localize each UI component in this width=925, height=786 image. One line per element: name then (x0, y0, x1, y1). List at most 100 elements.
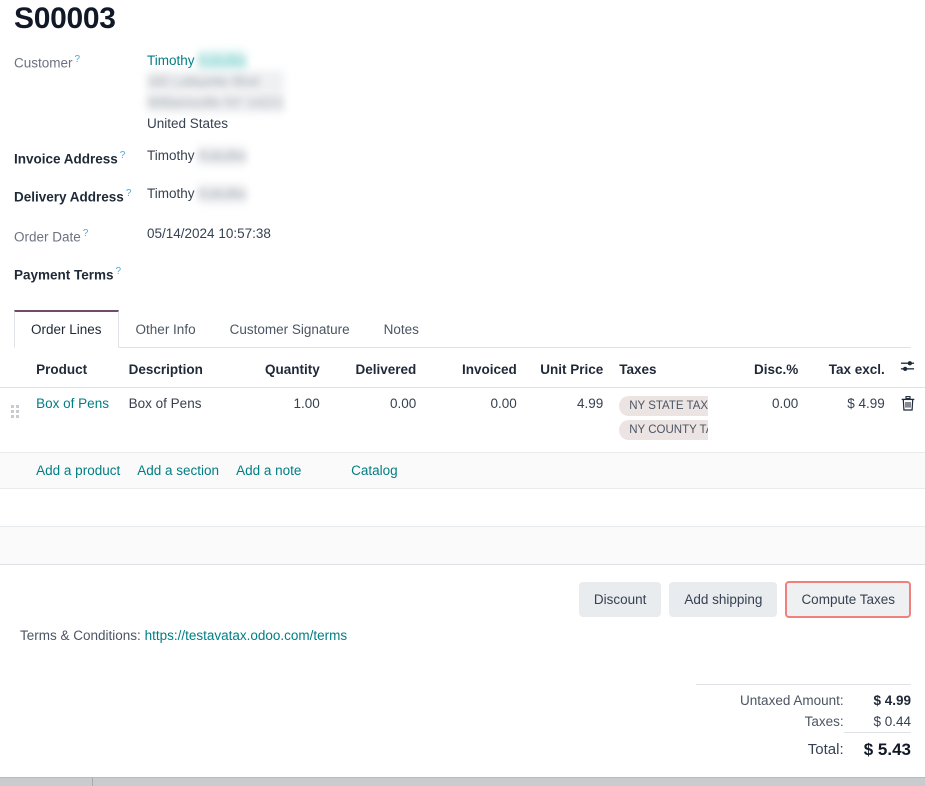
add-a-section-button[interactable]: Add a section (137, 463, 219, 478)
terms-link[interactable]: https://testavatax.odoo.com/terms (145, 628, 348, 643)
cell-delete[interactable] (891, 388, 925, 453)
footer-divider (92, 778, 93, 786)
terms-label: Terms & Conditions: (20, 628, 141, 643)
customer-address-line1: 182 Lafayette Blvd (147, 71, 284, 92)
field-order-date: Order Date? 05/14/2024 10:57:38 (0, 224, 925, 248)
footer-bar (0, 777, 925, 786)
tab-other-info[interactable]: Other Info (119, 310, 213, 348)
customer-label-text: Customer (14, 56, 73, 71)
col-quantity-header[interactable]: Quantity (233, 353, 326, 388)
cell-quantity[interactable]: 1.00 (233, 388, 326, 453)
delivery-address-redacted: Kukulka (198, 184, 246, 204)
col-discount-header[interactable]: Disc.% (708, 353, 805, 388)
col-product-header[interactable]: Product (30, 353, 123, 388)
order-date-label-text: Order Date (14, 230, 81, 245)
table-row[interactable]: Box of Pens Box of Pens 1.00 0.00 0.00 4… (0, 388, 925, 453)
page-title: S00003 (14, 0, 116, 38)
untaxed-amount-label: Untaxed Amount: (696, 690, 844, 711)
drag-handle-icon[interactable] (11, 405, 19, 418)
tab-customer-signature[interactable]: Customer Signature (213, 310, 367, 348)
delivery-address-label-text: Delivery Address (14, 190, 124, 205)
filler-cell-shaded (0, 527, 925, 565)
product-link[interactable]: Box of Pens (36, 396, 109, 411)
help-icon[interactable]: ? (83, 228, 89, 239)
tab-notes[interactable]: Notes (367, 310, 436, 348)
add-controls-row: Add a product Add a section Add a note C… (0, 453, 925, 489)
col-taxes-header[interactable]: Taxes (609, 353, 708, 388)
order-totals: Untaxed Amount: $ 4.99 Taxes: $ 0.44 Tot… (696, 684, 911, 763)
payment-terms-label: Payment Terms? (0, 262, 133, 286)
col-invoiced-header[interactable]: Invoiced (422, 353, 523, 388)
help-icon[interactable]: ? (75, 54, 81, 65)
tab-order-lines[interactable]: Order Lines (14, 310, 119, 348)
discount-button[interactable]: Discount (579, 582, 662, 617)
cell-taxes[interactable]: NY STATE TAX NY COUNTY TAX (609, 388, 708, 453)
row-drag-cell[interactable] (0, 388, 30, 453)
customer-country: United States (147, 113, 284, 134)
payment-terms-label-text: Payment Terms (14, 268, 114, 283)
sliders-icon[interactable] (900, 359, 915, 377)
order-action-buttons: Discount Add shipping Compute Taxes (579, 581, 911, 618)
untaxed-amount-value: $ 4.99 (844, 690, 911, 711)
customer-value: Timothy Kukulka 182 Lafayette Blvd Willi… (133, 50, 284, 134)
compute-taxes-button[interactable]: Compute Taxes (785, 581, 911, 618)
col-delivered-header[interactable]: Delivered (326, 353, 423, 388)
cell-tax-excl: $ 4.99 (804, 388, 890, 453)
total-value: $ 5.43 (844, 733, 911, 764)
field-payment-terms: Payment Terms? (0, 262, 925, 286)
delivery-address-label: Delivery Address? (0, 184, 133, 208)
field-delivery-address: Delivery Address? Timothy Kukulka (0, 184, 925, 208)
col-unit-price-header[interactable]: Unit Price (523, 353, 609, 388)
taxes-label[interactable]: Taxes: (696, 711, 844, 733)
catalog-button[interactable]: Catalog (351, 463, 398, 478)
invoice-address-value[interactable]: Timothy Kukulka (133, 146, 246, 166)
customer-name-link[interactable]: Timothy (147, 53, 195, 68)
col-tax-excl-header[interactable]: Tax excl. (804, 353, 890, 388)
add-a-product-button[interactable]: Add a product (36, 463, 120, 478)
totals-taxes-row: Taxes: $ 0.44 (696, 711, 911, 733)
order-header-fields: Customer? Timothy Kukulka 182 Lafayette … (0, 50, 925, 286)
order-lines-table: Product Description Quantity Delivered I… (0, 353, 925, 565)
add-row-spacer (0, 453, 30, 489)
cell-delivered[interactable]: 0.00 (326, 388, 423, 453)
trash-icon[interactable] (901, 396, 915, 414)
delivery-address-name: Timothy (147, 186, 195, 201)
delivery-address-value[interactable]: Timothy Kukulka (133, 184, 246, 204)
add-controls-cell: Add a product Add a section Add a note C… (30, 453, 925, 489)
order-notebook: Order Lines Other Info Customer Signatur… (14, 310, 911, 348)
help-icon[interactable]: ? (116, 266, 122, 277)
optional-columns-button[interactable] (891, 353, 925, 388)
taxes-value: $ 0.44 (844, 711, 911, 733)
cell-description[interactable]: Box of Pens (123, 388, 234, 453)
sales-order-form: S00003 Customer? Timothy Kukulka 182 Laf… (0, 0, 925, 786)
invoice-address-label: Invoice Address? (0, 146, 133, 170)
table-header-row: Product Description Quantity Delivered I… (0, 353, 925, 388)
totals-total-row: Total: $ 5.43 (696, 733, 911, 764)
cell-discount[interactable]: 0.00 (708, 388, 805, 453)
invoice-address-label-text: Invoice Address (14, 152, 118, 167)
col-handle-header (0, 353, 30, 388)
invoice-address-redacted: Kukulka (198, 146, 246, 166)
cell-product[interactable]: Box of Pens (30, 388, 123, 453)
table-filler-row-shaded (0, 527, 925, 565)
order-date-value[interactable]: 05/14/2024 10:57:38 (133, 224, 271, 244)
add-a-note-button[interactable]: Add a note (236, 463, 301, 478)
customer-name-line[interactable]: Timothy Kukulka (147, 50, 284, 71)
add-shipping-button[interactable]: Add shipping (669, 582, 777, 617)
tax-tag[interactable]: NY STATE TAX (619, 396, 708, 416)
totals-untaxed-row: Untaxed Amount: $ 4.99 (696, 690, 911, 711)
field-customer: Customer? Timothy Kukulka 182 Lafayette … (0, 50, 925, 134)
tab-list: Order Lines Other Info Customer Signatur… (14, 310, 911, 348)
order-date-label: Order Date? (0, 224, 133, 248)
tax-tag[interactable]: NY COUNTY TAX (619, 420, 708, 440)
invoice-address-name: Timothy (147, 148, 195, 163)
field-invoice-address: Invoice Address? Timothy Kukulka (0, 146, 925, 170)
help-icon[interactable]: ? (126, 188, 132, 199)
terms-and-conditions: Terms & Conditions: https://testavatax.o… (20, 628, 347, 643)
cell-invoiced[interactable]: 0.00 (422, 388, 523, 453)
col-description-header[interactable]: Description (123, 353, 234, 388)
total-label: Total: (696, 733, 844, 764)
cell-unit-price[interactable]: 4.99 (523, 388, 609, 453)
table-filler-row (0, 489, 925, 527)
help-icon[interactable]: ? (120, 150, 126, 161)
